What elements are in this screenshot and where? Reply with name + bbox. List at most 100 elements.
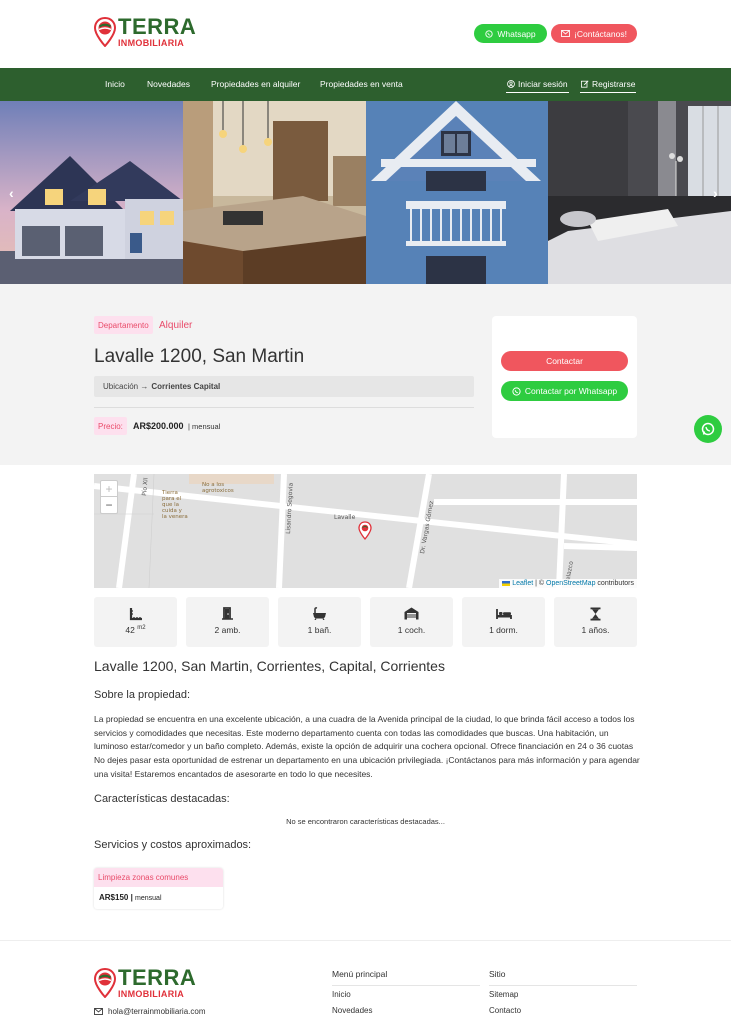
logo[interactable]: TERRA INMOBILIARIA [94, 16, 196, 48]
envelope-icon [94, 1008, 103, 1015]
header: TERRA INMOBILIARIA Whatsapp ¡Contáctanos… [0, 0, 731, 68]
footer-logo-main: TERRA [118, 965, 197, 990]
about-heading: Sobre la propiedad: [94, 689, 191, 701]
divider [94, 407, 474, 408]
full-address: Lavalle 1200, San Martin, Corrientes, Ca… [94, 658, 445, 674]
map-street-label: Lavalle [334, 514, 356, 521]
features-heading: Características destacadas: [94, 793, 230, 805]
main-nav: Inicio Novedades Propiedades en alquiler… [0, 68, 731, 101]
map-attribution: Leaflet | © OpenStreetMap contributors [499, 579, 637, 588]
footer-menu-divider [332, 985, 480, 986]
feature-area: 42 m2 [94, 597, 177, 647]
footer-site-title: Sitio [489, 969, 506, 979]
service-card: Limpieza zonas comunes AR$150 | mensual [94, 868, 223, 909]
zoom-out-button[interactable]: − [101, 497, 117, 513]
feature-value: 1 dorm. [489, 625, 518, 635]
whatsapp-button-label: Whatsapp [497, 28, 536, 39]
footer-email[interactable]: hola@terrainmobiliaria.com [94, 1007, 206, 1016]
contact-whatsapp-label: Contactar por Whatsapp [524, 386, 618, 396]
svg-text:la venera: la venera [162, 514, 188, 520]
attribution-tail: contributors [597, 580, 634, 587]
carousel-image-kitchen [182, 101, 366, 284]
property-description: La propiedad se encuentra en una excelen… [94, 714, 640, 779]
footer-logo[interactable]: TERRA INMOBILIARIA [94, 967, 196, 999]
property-type-badge: Departamento [94, 316, 153, 334]
footer-email-text: hola@terrainmobiliaria.com [108, 1007, 206, 1016]
feature-value: 2 amb. [214, 625, 241, 635]
logo-pin-icon [94, 968, 116, 998]
area-icon [129, 607, 142, 620]
hourglass-icon [590, 607, 601, 620]
location-label: Ubicación → [103, 382, 149, 391]
carousel-prev-arrow[interactable]: ‹ [9, 185, 14, 201]
door-icon [222, 607, 233, 620]
nav-item-inicio[interactable]: Inicio [105, 79, 125, 89]
feature-value: 42 [125, 625, 135, 635]
service-name: Limpieza zonas comunes [94, 868, 223, 887]
footer-link-inicio[interactable]: Inicio [332, 990, 351, 999]
feature-bedrooms: 1 dorm. [462, 597, 545, 647]
page: TERRA INMOBILIARIA Whatsapp ¡Contáctanos… [0, 0, 731, 1024]
whatsapp-icon [512, 386, 521, 396]
nav-item-novedades[interactable]: Novedades [147, 79, 190, 89]
contact-us-button[interactable]: ¡Contáctanos! [551, 24, 637, 43]
operation-badge: Alquiler [159, 320, 193, 331]
feature-garage: 1 coch. [370, 597, 453, 647]
feature-value: 1 coch. [397, 625, 426, 635]
logo-main-text: TERRA [118, 14, 197, 39]
contact-button-label: Contactar [546, 356, 583, 366]
footer-menu-title: Menú principal [332, 969, 388, 979]
nav-item-alquiler[interactable]: Propiedades en alquiler [211, 79, 300, 89]
property-info-section: Departamento Alquiler Lavalle 1200, San … [0, 284, 731, 465]
logo-pin-icon [94, 17, 116, 47]
user-circle-icon [507, 80, 515, 88]
envelope-icon [561, 30, 570, 37]
footer-divider [0, 940, 731, 941]
location-map[interactable]: Pío XII Lisandro Segovia Lavalle Dr. Var… [94, 474, 637, 588]
register-label: Registrarse [592, 79, 636, 89]
no-features-message: No se encontraron características destac… [286, 817, 445, 826]
contact-button[interactable]: Contactar [501, 351, 628, 371]
image-carousel[interactable] [0, 101, 731, 284]
carousel-image-bedroom [548, 101, 731, 284]
login-label: Iniciar sesión [518, 79, 568, 89]
feature-age: 1 años. [554, 597, 637, 647]
floating-whatsapp-button[interactable] [694, 415, 722, 443]
bed-icon [495, 608, 512, 619]
zoom-in-button[interactable]: + [101, 481, 117, 497]
footer-link-contacto[interactable]: Contacto [489, 1006, 521, 1015]
map-zoom-control: + − [100, 480, 118, 514]
register-link[interactable]: Registrarse [580, 76, 637, 93]
login-link[interactable]: Iniciar sesión [506, 76, 569, 93]
contact-whatsapp-button[interactable]: Contactar por Whatsapp [501, 381, 628, 401]
whatsapp-icon [485, 29, 493, 38]
footer-logo-sub: INMOBILIARIA [118, 989, 185, 999]
contact-us-label: ¡Contáctanos! [574, 28, 627, 39]
map-tiles: Pío XII Lisandro Segovia Lavalle Dr. Var… [94, 474, 637, 588]
ukraine-flag-icon [502, 580, 511, 586]
edit-icon [581, 80, 589, 88]
property-title: Lavalle 1200, San Martin [94, 346, 305, 367]
svg-text:agrotoxicos: agrotoxicos [202, 488, 234, 494]
feature-value: 1 años. [581, 625, 610, 635]
leaflet-link[interactable]: Leaflet [512, 580, 533, 587]
attribution-sep: | © [535, 580, 545, 587]
whatsapp-button[interactable]: Whatsapp [474, 24, 547, 43]
garage-icon [404, 607, 419, 620]
footer-link-sitemap[interactable]: Sitemap [489, 990, 518, 999]
nav-item-venta[interactable]: Propiedades en venta [320, 79, 403, 89]
services-heading: Servicios y costos aproximados: [94, 839, 252, 851]
logo-sub-text: INMOBILIARIA [118, 38, 185, 48]
whatsapp-icon [701, 422, 715, 436]
service-price: AR$150 | mensual [99, 893, 162, 902]
carousel-image-house [0, 101, 183, 284]
carousel-image-blue-house [365, 101, 549, 284]
carousel-next-arrow[interactable]: › [713, 185, 718, 201]
footer-link-novedades[interactable]: Novedades [332, 1006, 372, 1015]
location-bar: Ubicación → Corrientes Capital [94, 376, 474, 397]
feature-value: 1 bañ. [307, 625, 332, 635]
location-value: Corrientes Capital [151, 382, 221, 391]
bath-icon [313, 607, 326, 620]
osm-link[interactable]: OpenStreetMap [546, 580, 595, 587]
footer-site-divider [489, 985, 637, 986]
